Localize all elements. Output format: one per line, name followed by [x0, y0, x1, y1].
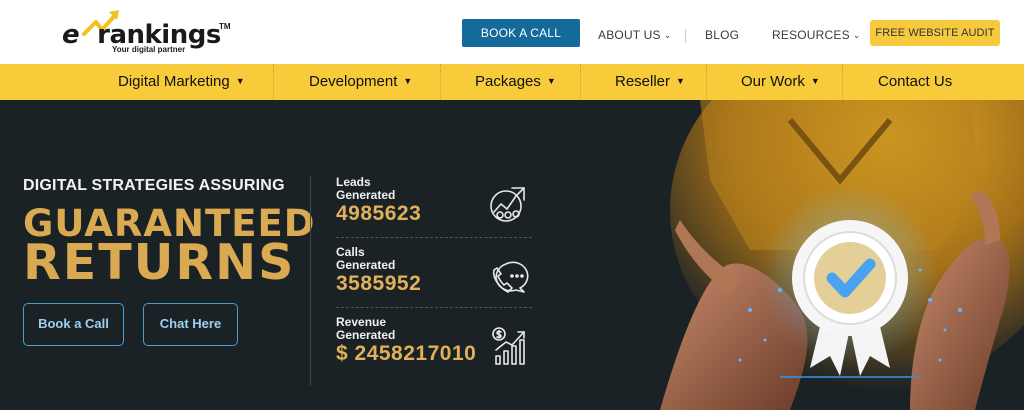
menu-divider	[273, 64, 274, 100]
menu-item-digital-marketing[interactable]: Digital Marketing ▼	[118, 64, 245, 100]
hero-banner: DIGITAL STRATEGIES ASSURING GUARANTEED R…	[0, 100, 1024, 410]
stat-label-line: Generated	[336, 258, 396, 272]
stat-calls-label: Calls Generated	[336, 246, 436, 272]
stat-label-line: Generated	[336, 188, 396, 202]
nav-blog[interactable]: BLOG	[705, 28, 739, 42]
caret-down-icon: ▼	[235, 76, 245, 86]
hero-subtitle: DIGITAL STRATEGIES ASSURING	[23, 177, 285, 194]
logo-tagline: Your digital partner	[112, 45, 186, 54]
stat-divider	[336, 237, 532, 238]
hero-book-call-button[interactable]: Book a Call	[23, 303, 124, 346]
menu-divider	[440, 64, 441, 100]
chevron-down-icon: ⌄	[852, 30, 861, 40]
leads-graph-icon	[490, 187, 525, 222]
nav-about-label: ABOUT US	[598, 28, 661, 42]
hero-headline-returns: RETURNS	[23, 234, 296, 291]
menu-item-label: Reseller	[615, 73, 671, 90]
hands-badge-photo	[640, 100, 1024, 410]
menu-item-label: Packages	[475, 73, 541, 90]
book-call-button[interactable]: BOOK A CALL	[462, 19, 580, 47]
stat-divider	[336, 307, 532, 308]
menu-item-contact-us[interactable]: Contact Us	[878, 64, 952, 100]
phone-chat-icon	[492, 261, 529, 293]
hero-divider	[310, 176, 311, 386]
stat-revenue-label: Revenue Generated	[336, 316, 436, 342]
menu-divider	[842, 64, 843, 100]
caret-down-icon: ▼	[676, 76, 685, 86]
menu-item-development[interactable]: Development ▼	[309, 64, 412, 100]
menu-item-packages[interactable]: Packages ▼	[475, 64, 556, 100]
menu-divider	[580, 64, 581, 100]
stat-revenue-value: $ 2458217010	[336, 342, 477, 365]
main-menu-bar: Digital Marketing ▼ Development ▼ Packages…	[0, 64, 1024, 100]
stat-leads-value: 4985623	[336, 202, 422, 225]
nav-resources-label: RESOURCES	[772, 28, 850, 42]
caret-down-icon: ▼	[403, 76, 413, 86]
nav-about-us[interactable]: ABOUT US ⌄	[598, 28, 671, 42]
menu-divider	[706, 64, 707, 100]
menu-item-reseller[interactable]: Reseller ▼	[615, 64, 685, 100]
logo[interactable]: e rankings TM Your digital partner	[62, 8, 237, 56]
menu-item-our-work[interactable]: Our Work ▼	[741, 64, 820, 100]
caret-down-icon: ▼	[810, 76, 820, 86]
logo-trademark: TM	[219, 22, 231, 31]
nav-separator	[685, 29, 686, 43]
nav-resources[interactable]: RESOURCES ⌄	[772, 28, 861, 42]
top-header: e rankings TM Your digital partner BOOK A…	[0, 0, 1024, 64]
stat-leads-label: Leads Generated	[336, 176, 436, 202]
stat-label-line: Generated	[336, 328, 396, 342]
chevron-down-icon: ⌄	[663, 30, 672, 40]
free-website-audit-button[interactable]: FREE WEBSITE AUDIT	[870, 20, 1000, 46]
hero-chat-here-button[interactable]: Chat Here	[143, 303, 238, 346]
menu-item-label: Development	[309, 73, 398, 90]
menu-item-label: Our Work	[741, 73, 805, 90]
stat-calls-value: 3585952	[336, 272, 422, 295]
menu-item-label: Digital Marketing	[118, 73, 230, 90]
caret-down-icon: ▼	[546, 76, 556, 86]
revenue-chart-icon	[492, 327, 525, 365]
